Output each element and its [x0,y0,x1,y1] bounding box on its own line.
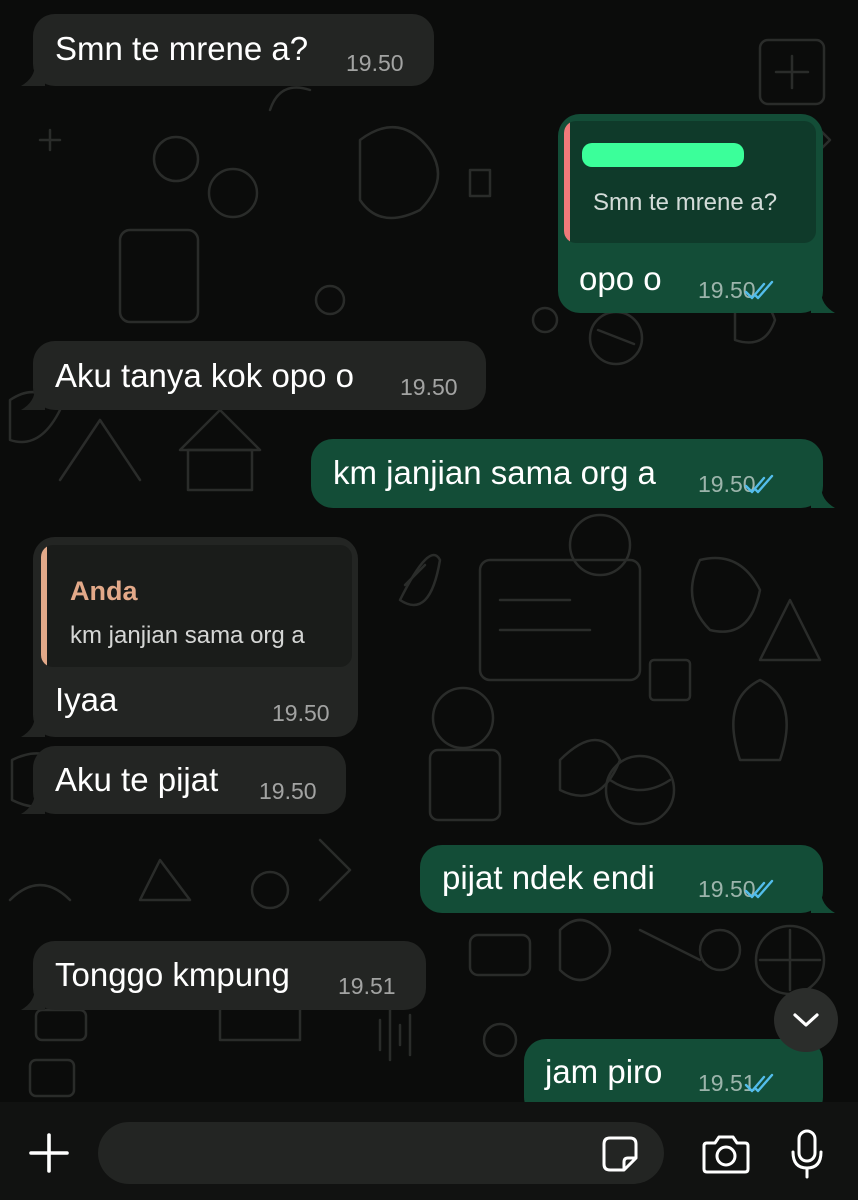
quote-author: Anda [70,576,138,606]
message-time: 19.50 [346,50,404,76]
message-text: Tonggo kmpung [55,956,290,993]
message-bubble-incoming[interactable]: Smn te mrene a? 19.50 [21,14,434,86]
message-bubble-outgoing[interactable]: km janjian sama org a 19.50 [311,439,835,508]
chat-area[interactable]: Smn te mrene a? 19.50 Smn te mrene a? op… [0,0,858,1102]
camera-button[interactable] [696,1126,756,1182]
bubble-tail [21,988,45,1010]
quoted-message[interactable]: Smn te mrene a? [564,121,816,243]
sticker-button[interactable] [594,1128,646,1180]
double-check-icon [744,280,774,300]
message-text: Smn te mrene a? [55,30,309,67]
quote-text: Smn te mrene a? [593,189,778,216]
message-time: 19.50 [400,374,458,400]
quote-bar [564,121,570,243]
message-input[interactable] [98,1122,664,1184]
chevron-down-icon [793,1013,819,1027]
message-bubble-outgoing[interactable]: Smn te mrene a? opo o 19.50 [558,114,835,313]
message-text: opo o [579,260,662,297]
bubble-tail [21,388,45,410]
message-text: km janjian sama org a [333,454,656,491]
bubble-tail [21,792,45,814]
bubble-tail [811,891,835,913]
message-bubble-outgoing[interactable]: pijat ndek endi 19.50 [420,845,835,913]
sticker-icon [602,1136,638,1172]
quote-bar [41,545,47,667]
microphone-button[interactable] [782,1124,832,1184]
double-check-icon [744,1073,774,1093]
message-text: pijat ndek endi [442,859,655,896]
microphone-icon [791,1129,823,1179]
bubble-tail [811,291,835,313]
message-time: 19.51 [338,973,396,999]
quote-text: km janjian sama org a [70,622,305,649]
camera-icon [702,1135,750,1174]
bubble-tail [811,486,835,508]
message-time: 19.50 [259,778,317,804]
message-time: 19.50 [272,700,330,726]
plus-icon [29,1133,69,1173]
bubble-tail [21,64,45,86]
message-text: Aku tanya kok opo o [55,357,355,394]
message-bubble-incoming[interactable]: Tonggo kmpung 19.51 [21,941,426,1010]
bubble-tail [21,715,45,737]
message-text: Aku te pijat [55,761,219,798]
message-text: jam piro [545,1053,663,1090]
message-bubble-incoming[interactable]: Aku tanya kok opo o 19.50 [21,341,486,410]
double-check-icon [744,474,774,494]
quoted-message[interactable]: Anda km janjian sama org a [41,545,352,667]
double-check-icon [744,879,774,899]
attach-button[interactable] [20,1124,78,1182]
message-bubble-outgoing[interactable]: jam piro 19.51 [524,1039,823,1102]
redacted-author [582,143,744,167]
scroll-to-bottom-button[interactable] [774,988,838,1052]
message-bubble-incoming[interactable]: Aku te pijat 19.50 [21,746,346,814]
message-text: Iyaa [55,681,118,718]
message-bubble-incoming[interactable]: Anda km janjian sama org a Iyaa 19.50 [21,537,358,737]
